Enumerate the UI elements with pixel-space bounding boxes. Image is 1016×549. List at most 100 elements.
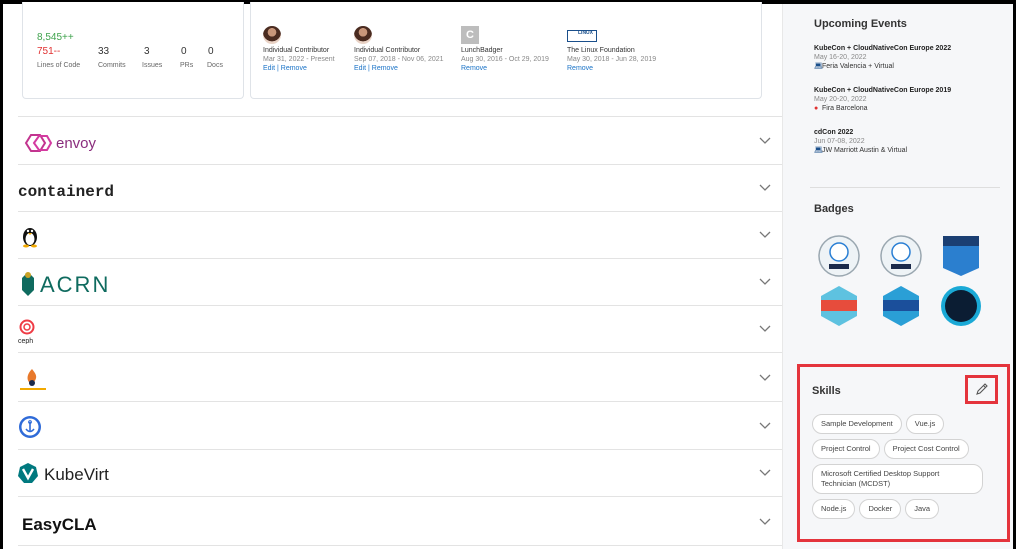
certified-red-badge-icon[interactable]	[817, 284, 861, 328]
speaker-badge-icon[interactable]	[817, 234, 861, 278]
commits-label: Commits	[98, 62, 126, 69]
linux-foundation-logo: LINUX	[567, 30, 597, 42]
anchor-logo-icon	[19, 416, 41, 438]
event-location-text: JW Marriott Austin & Virtual	[822, 147, 908, 154]
affiliation-role: Individual Contributor	[263, 47, 330, 54]
project-row-fire[interactable]	[18, 355, 782, 402]
event-item[interactable]: KubeCon + CloudNativeCon Europe 2022 May…	[814, 44, 994, 71]
skills-list: Sample Development Vue.js Project Contro…	[812, 414, 997, 519]
project-row-envoy[interactable]: envoy	[18, 118, 782, 165]
event-location-text: Fira Barcelona	[822, 105, 868, 112]
project-row-anchor[interactable]	[18, 403, 782, 450]
affiliation-dates: May 30, 2018 - Jun 28, 2019	[567, 56, 657, 63]
project-row-easycla[interactable]: EasyCLA	[18, 499, 782, 546]
prs-count: 0	[181, 46, 187, 57]
issues-count: 3	[144, 46, 150, 57]
affiliation-dates: Sep 07, 2018 - Nov 06, 2021	[354, 56, 444, 63]
certified-blue-badge-icon[interactable]	[879, 284, 923, 328]
chevron-down-icon[interactable]	[758, 321, 772, 335]
skills-title: Skills	[812, 385, 841, 397]
main-content: 8,545++ 751-- Lines of Code 33 Commits 3…	[18, 2, 782, 549]
event-date: Jun 07-08, 2022	[814, 138, 865, 145]
skill-chip[interactable]: Docker	[859, 499, 902, 519]
chevron-down-icon[interactable]	[758, 227, 772, 241]
lf-certified-badge-icon[interactable]	[939, 234, 983, 278]
event-name[interactable]: KubeCon + CloudNativeCon Europe 2022	[814, 44, 994, 53]
issues-label: Issues	[142, 62, 163, 69]
event-name[interactable]: KubeCon + CloudNativeCon Europe 2019	[814, 86, 994, 95]
chevron-down-icon[interactable]	[758, 514, 772, 528]
affiliation-item: C LunchBadger Aug 30, 2016 - Oct 29, 201…	[461, 26, 553, 73]
edit-link[interactable]: Edit	[263, 65, 275, 72]
docs-label: Docs	[207, 62, 223, 69]
containerd-logo: containerd	[18, 183, 114, 201]
chevron-down-icon[interactable]	[758, 133, 772, 147]
laptop-icon: 💻︎	[814, 147, 823, 154]
event-location: ● Fira Barcelona	[814, 104, 994, 113]
upcoming-events-title: Upcoming Events	[814, 18, 907, 30]
skill-chip[interactable]: Node.js	[812, 499, 856, 519]
acrn-wordmark: ACRN	[40, 272, 110, 297]
skill-chip[interactable]: Project Cost Control	[883, 439, 969, 459]
skill-chip[interactable]: Sample Development	[812, 414, 902, 434]
kubevirt-wordmark: KubeVirt	[44, 465, 109, 484]
chevron-down-icon[interactable]	[758, 180, 772, 194]
envoy-wordmark: envoy	[56, 135, 97, 152]
ceph-wordmark: ceph	[18, 338, 33, 344]
pin-icon: ●	[814, 105, 819, 112]
certified-dark-badge-icon[interactable]	[939, 284, 983, 328]
maintainer-badge-icon[interactable]	[879, 234, 923, 278]
affiliation-item: LINUX The Linux Foundation May 30, 2018 …	[567, 26, 659, 73]
divider	[810, 187, 1000, 188]
envoy-logo: envoy	[24, 134, 97, 152]
kubevirt-logo: KubeVirt	[18, 463, 109, 484]
fire-project-logo	[20, 369, 46, 390]
lines-deleted: 751--	[37, 46, 61, 57]
chevron-down-icon[interactable]	[758, 418, 772, 432]
affiliation-role: The Linux Foundation	[567, 47, 635, 54]
skill-chip[interactable]: Project Control	[812, 439, 880, 459]
project-row-ceph[interactable]: ceph	[18, 306, 782, 353]
event-date: May 20-20, 2022	[814, 96, 867, 103]
event-location: 💻︎JW Marriott Austin & Virtual	[814, 146, 994, 155]
acrn-logo: ACRN	[22, 272, 110, 297]
easycla-wordmark: EasyCLA	[22, 515, 97, 534]
lines-added: 8,545++	[37, 32, 74, 43]
chevron-down-icon[interactable]	[758, 274, 772, 288]
lines-of-code-label: Lines of Code	[37, 62, 81, 69]
ceph-logo: ceph	[18, 319, 35, 344]
skill-chip[interactable]: Java	[905, 499, 940, 519]
chevron-down-icon[interactable]	[758, 370, 772, 384]
affiliation-item: Individual Contributor Sep 07, 2018 - No…	[354, 26, 446, 73]
event-item[interactable]: cdCon 2022 Jun 07-08, 2022 💻︎JW Marriott…	[814, 128, 994, 155]
project-row-kubevirt[interactable]: KubeVirt	[18, 450, 782, 497]
containerd-wordmark: containerd	[18, 183, 114, 201]
skill-chip[interactable]: Microsoft Certified Desktop Support Tech…	[812, 464, 983, 494]
remove-link[interactable]: Remove	[461, 64, 553, 73]
skill-chip[interactable]: Vue.js	[905, 414, 945, 434]
event-location-text: Feria Valencia + Virtual	[822, 63, 894, 70]
chevron-down-icon[interactable]	[758, 465, 772, 479]
pencil-icon	[976, 383, 988, 395]
remove-link[interactable]: Remove	[567, 64, 659, 73]
affiliation-actions: Edit | Remove	[354, 65, 398, 72]
affiliation-dates: Aug 30, 2016 - Oct 29, 2019	[461, 56, 549, 63]
window-left-edge	[0, 0, 3, 549]
commits-count: 33	[98, 46, 110, 57]
edit-link[interactable]: Edit	[354, 65, 366, 72]
badges-title: Badges	[814, 203, 854, 215]
event-name[interactable]: cdCon 2022	[814, 128, 994, 137]
easycla-logo: EasyCLA	[22, 515, 97, 534]
avatar	[354, 26, 372, 44]
affiliation-role: LunchBadger	[461, 47, 503, 54]
linux-foundation-logo-text: LINUX	[578, 30, 593, 36]
affiliation-role: Individual Contributor	[354, 47, 421, 54]
project-row-containerd[interactable]: containerd	[18, 165, 782, 212]
project-row-acrn[interactable]: ACRN	[18, 259, 782, 306]
event-item[interactable]: KubeCon + CloudNativeCon Europe 2019 May…	[814, 86, 994, 113]
affiliation-item: Individual Contributor Mar 31, 2022 - Pr…	[263, 26, 355, 73]
project-row-linux[interactable]	[18, 212, 782, 259]
remove-link[interactable]: Remove	[281, 65, 307, 72]
remove-link[interactable]: Remove	[372, 65, 398, 72]
edit-skills-button[interactable]	[965, 375, 998, 404]
